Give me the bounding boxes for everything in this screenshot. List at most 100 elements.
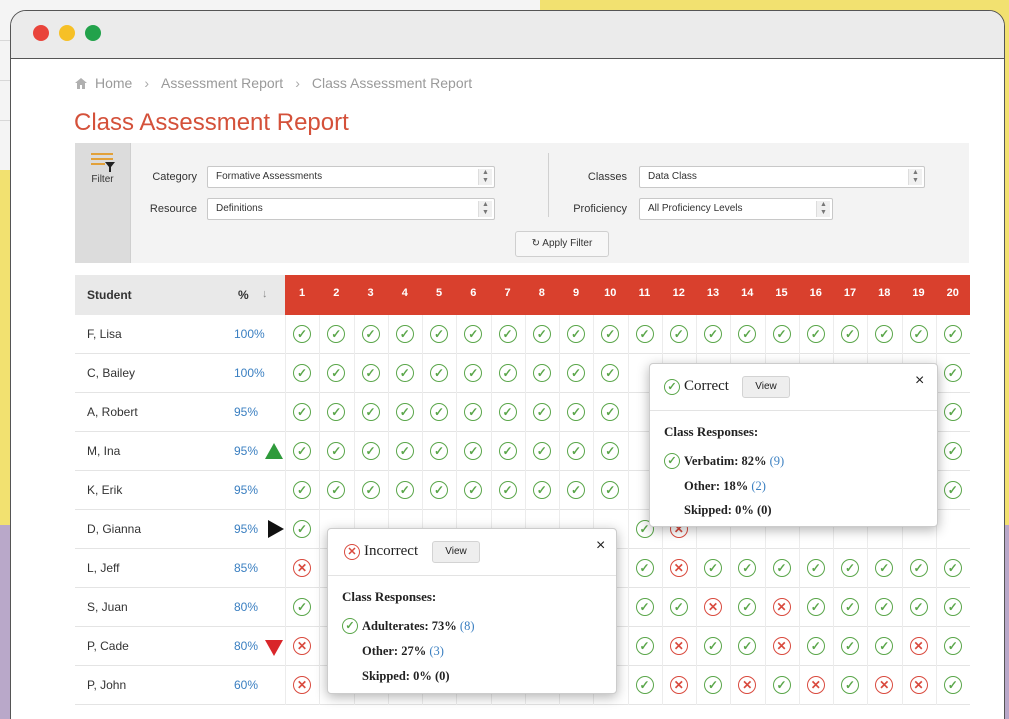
correct-view-button[interactable]: View bbox=[742, 376, 790, 398]
correct-icon[interactable]: ✓ bbox=[327, 442, 346, 460]
correct-icon[interactable]: ✓ bbox=[704, 676, 722, 694]
correct-icon[interactable]: ✓ bbox=[567, 442, 585, 460]
apply-filter-button[interactable]: ↻ Apply Filter bbox=[515, 231, 609, 257]
correct-icon[interactable]: ✓ bbox=[293, 403, 311, 421]
correct-icon[interactable]: ✓ bbox=[909, 559, 928, 577]
student-percent-link[interactable]: 100% bbox=[234, 366, 265, 380]
correct-icon[interactable]: ✓ bbox=[909, 598, 928, 616]
correct-icon[interactable]: ✓ bbox=[567, 364, 585, 382]
correct-icon[interactable]: ✓ bbox=[464, 325, 483, 343]
maximize-window-button[interactable] bbox=[85, 25, 101, 41]
correct-icon[interactable]: ✓ bbox=[395, 481, 414, 499]
question-header-cell[interactable]: 4 bbox=[388, 287, 422, 299]
correct-icon[interactable]: ✓ bbox=[601, 442, 620, 460]
correct-icon[interactable]: ✓ bbox=[293, 481, 311, 499]
correct-icon[interactable]: ✓ bbox=[943, 559, 962, 577]
correct-icon[interactable]: ✓ bbox=[704, 637, 722, 655]
correct-icon[interactable]: ✓ bbox=[464, 403, 483, 421]
close-icon[interactable]: × bbox=[915, 372, 924, 390]
correct-icon[interactable]: ✓ bbox=[943, 403, 962, 421]
correct-icon[interactable]: ✓ bbox=[532, 325, 551, 343]
question-header-cell[interactable]: 15 bbox=[765, 287, 799, 299]
correct-icon[interactable]: ✓ bbox=[395, 325, 414, 343]
correct-icon[interactable]: ✓ bbox=[875, 637, 894, 655]
student-percent-link[interactable]: 60% bbox=[234, 678, 258, 692]
correct-icon[interactable]: ✓ bbox=[464, 481, 483, 499]
correct-icon[interactable]: ✓ bbox=[361, 481, 380, 499]
student-percent-link[interactable]: 80% bbox=[234, 639, 258, 653]
incorrect-icon[interactable]: ✕ bbox=[909, 676, 928, 694]
correct-icon[interactable]: ✓ bbox=[909, 325, 928, 343]
correct-icon[interactable]: ✓ bbox=[293, 520, 311, 538]
incorrect-icon[interactable]: ✕ bbox=[806, 676, 825, 694]
correct-icon[interactable]: ✓ bbox=[395, 403, 414, 421]
correct-icon[interactable]: ✓ bbox=[601, 364, 620, 382]
correct-icon[interactable]: ✓ bbox=[943, 481, 962, 499]
sort-arrow-icon[interactable]: ↓ bbox=[262, 288, 268, 300]
student-row[interactable]: F, Lisa 100% ✓ ✓ ✓ ✓ ✓ ✓ ✓ ✓ ✓ ✓ ✓ ✓ ✓ ✓ ✓ ✓ ✓ ✓ ✓ ✓ bbox=[75, 315, 970, 354]
correct-icon[interactable]: ✓ bbox=[464, 364, 483, 382]
correct-icon[interactable]: ✓ bbox=[293, 442, 311, 460]
question-header-cell[interactable]: 2 bbox=[319, 287, 353, 299]
correct-icon[interactable]: ✓ bbox=[772, 559, 791, 577]
correct-icon[interactable]: ✓ bbox=[841, 325, 859, 343]
correct-icon[interactable]: ✓ bbox=[738, 559, 757, 577]
correct-icon[interactable]: ✓ bbox=[293, 325, 311, 343]
correct-icon[interactable]: ✓ bbox=[498, 442, 517, 460]
student-percent-link[interactable]: 95% bbox=[234, 483, 258, 497]
question-header-cell[interactable]: 3 bbox=[354, 287, 388, 299]
correct-icon[interactable]: ✓ bbox=[943, 676, 962, 694]
correct-icon[interactable]: ✓ bbox=[806, 559, 825, 577]
resource-select[interactable]: Definitions ▲ ▼ bbox=[207, 198, 495, 220]
response-count-link[interactable]: (9) bbox=[770, 454, 785, 468]
correct-icon[interactable]: ✓ bbox=[361, 403, 380, 421]
correct-icon[interactable]: ✓ bbox=[327, 403, 346, 421]
correct-icon[interactable]: ✓ bbox=[567, 481, 585, 499]
correct-icon[interactable]: ✓ bbox=[806, 598, 825, 616]
correct-icon[interactable]: ✓ bbox=[841, 676, 859, 694]
correct-icon[interactable]: ✓ bbox=[943, 598, 962, 616]
correct-icon[interactable]: ✓ bbox=[943, 442, 962, 460]
correct-icon[interactable]: ✓ bbox=[635, 676, 654, 694]
correct-icon[interactable]: ✓ bbox=[635, 559, 654, 577]
question-header-cell[interactable]: 14 bbox=[730, 287, 764, 299]
correct-icon[interactable]: ✓ bbox=[875, 559, 894, 577]
student-percent-link[interactable]: 95% bbox=[234, 444, 258, 458]
question-header-cell[interactable]: 13 bbox=[696, 287, 730, 299]
correct-icon[interactable]: ✓ bbox=[772, 676, 791, 694]
percent-column-header[interactable]: % bbox=[238, 288, 249, 302]
student-percent-link[interactable]: 95% bbox=[234, 405, 258, 419]
category-select[interactable]: Formative Assessments ▲ ▼ bbox=[207, 166, 495, 188]
question-header-cell[interactable]: 11 bbox=[628, 287, 662, 299]
correct-icon[interactable]: ✓ bbox=[601, 403, 620, 421]
breadcrumb-assessment-report[interactable]: Assessment Report bbox=[161, 75, 283, 91]
correct-icon[interactable]: ✓ bbox=[532, 364, 551, 382]
correct-icon[interactable]: ✓ bbox=[361, 325, 380, 343]
correct-icon[interactable]: ✓ bbox=[635, 325, 654, 343]
correct-icon[interactable]: ✓ bbox=[806, 637, 825, 655]
correct-icon[interactable]: ✓ bbox=[327, 481, 346, 499]
correct-icon[interactable]: ✓ bbox=[430, 364, 448, 382]
correct-icon[interactable]: ✓ bbox=[567, 403, 585, 421]
student-column-header[interactable]: Student bbox=[87, 288, 132, 302]
correct-icon[interactable]: ✓ bbox=[669, 598, 688, 616]
correct-icon[interactable]: ✓ bbox=[601, 325, 620, 343]
question-header-cell[interactable]: 9 bbox=[559, 287, 593, 299]
correct-icon[interactable]: ✓ bbox=[430, 325, 448, 343]
correct-icon[interactable]: ✓ bbox=[875, 598, 894, 616]
correct-icon[interactable]: ✓ bbox=[943, 637, 962, 655]
correct-icon[interactable]: ✓ bbox=[704, 325, 722, 343]
student-percent-link[interactable]: 80% bbox=[234, 600, 258, 614]
correct-icon[interactable]: ✓ bbox=[943, 364, 962, 382]
incorrect-icon[interactable]: ✕ bbox=[293, 637, 311, 655]
question-header-cell[interactable]: 7 bbox=[491, 287, 525, 299]
response-count-link[interactable]: (8) bbox=[460, 619, 475, 633]
student-percent-link[interactable]: 95% bbox=[234, 522, 258, 536]
correct-icon[interactable]: ✓ bbox=[841, 598, 859, 616]
student-percent-link[interactable]: 85% bbox=[234, 561, 258, 575]
incorrect-icon[interactable]: ✕ bbox=[669, 637, 688, 655]
incorrect-icon[interactable]: ✕ bbox=[772, 598, 791, 616]
incorrect-view-button[interactable]: View bbox=[432, 541, 480, 563]
correct-icon[interactable]: ✓ bbox=[532, 403, 551, 421]
correct-icon[interactable]: ✓ bbox=[669, 325, 688, 343]
